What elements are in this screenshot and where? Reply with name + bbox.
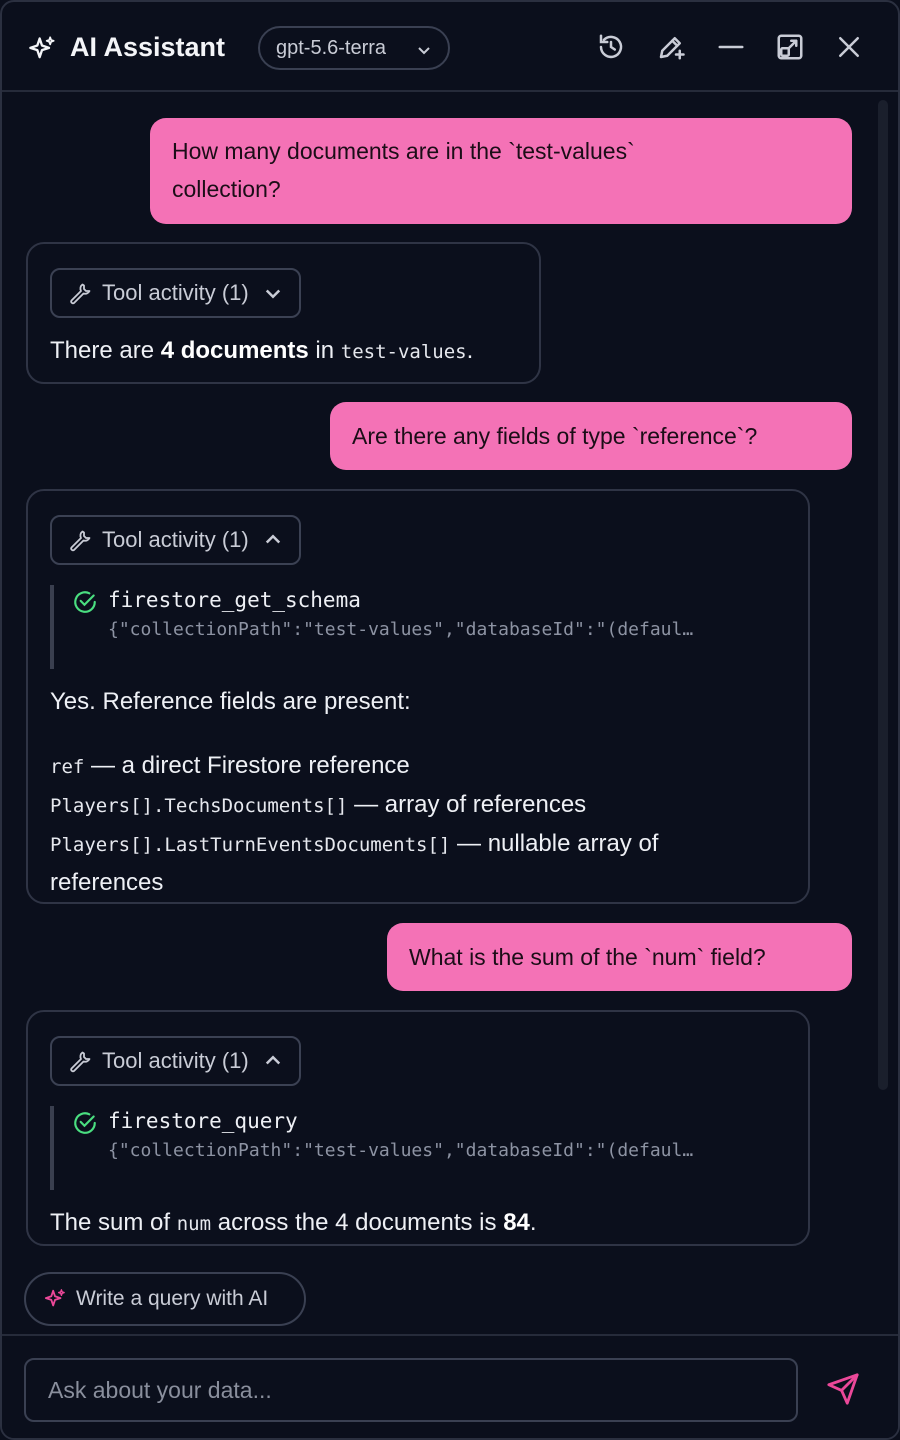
bold-text: 84 xyxy=(503,1209,530,1236)
field-name: Players[].LastTurnEventsDocuments[] xyxy=(50,834,451,856)
assistant-text: Yes. Reference fields are present: xyxy=(50,688,411,715)
field-description: — array of references xyxy=(347,791,587,818)
new-chat-button[interactable] xyxy=(656,32,686,62)
close-button[interactable] xyxy=(834,32,864,62)
new-chat-icon xyxy=(659,37,685,60)
text-span: in xyxy=(308,337,341,364)
suggestion-label: Write a query with AI xyxy=(76,1287,269,1310)
send-icon[interactable] xyxy=(826,1372,860,1406)
header: AI Assistant gpt-5.6-terra xyxy=(2,2,898,92)
popout-button[interactable] xyxy=(775,32,805,62)
user-message: Are there any fields of type `reference`… xyxy=(330,402,852,470)
field-item-wrap: references xyxy=(50,869,164,896)
field-name: Players[].TechsDocuments[] xyxy=(50,795,348,817)
wrench-icon xyxy=(70,1051,91,1073)
tool-call-detail: firestore_get_schema {"collectionPath":"… xyxy=(50,585,786,669)
scrollbar[interactable] xyxy=(878,100,888,1090)
assistant-text: There are 4 documents in test-values. xyxy=(50,332,517,371)
history-icon xyxy=(599,34,623,59)
tool-name: firestore_query xyxy=(108,1109,298,1133)
message-text: What is the sum of the `num` field? xyxy=(409,944,766,970)
chevron-up-icon xyxy=(265,1055,280,1065)
sparkle-icon xyxy=(44,1289,65,1307)
tool-arguments: {"collectionPath":"test-values","databas… xyxy=(108,1140,694,1161)
tool-activity-toggle[interactable]: Tool activity (1) xyxy=(50,515,301,565)
text-span: . xyxy=(466,337,474,364)
chat-input[interactable] xyxy=(24,1358,798,1422)
user-message: How many documents are in the `test-valu… xyxy=(150,118,852,224)
tool-activity-toggle[interactable]: Tool activity (1) xyxy=(50,268,301,318)
panel-title: AI Assistant xyxy=(70,32,226,62)
field-description: — nullable array of xyxy=(450,830,659,857)
tool-name: firestore_get_schema xyxy=(108,588,361,612)
bold-text: 4 documents xyxy=(160,337,309,364)
write-query-suggestion[interactable]: Write a query with AI xyxy=(24,1272,306,1326)
chevron-down-icon xyxy=(418,47,430,55)
sparkle-icon xyxy=(29,36,55,59)
chevron-down-icon xyxy=(265,289,280,299)
composer xyxy=(2,1334,898,1438)
field-item: Players[].TechsDocuments[] — array of re… xyxy=(50,786,786,825)
text-span: The sum of xyxy=(50,1209,177,1236)
assistant-message: Tool activity (1) firestore_get_schema {… xyxy=(26,489,810,904)
message-text: How many documents are in the `test-valu… xyxy=(172,138,635,164)
text-span: There are xyxy=(50,337,161,364)
tool-call-detail: firestore_query {"collectionPath":"test-… xyxy=(50,1106,786,1190)
chevron-up-icon xyxy=(265,534,280,544)
assistant-message: Tool activity (1) firestore_query {"coll… xyxy=(26,1010,810,1246)
tool-activity-label: Tool activity (1) xyxy=(102,1048,249,1073)
minimize-icon xyxy=(718,45,744,49)
popout-icon xyxy=(777,34,803,60)
history-button[interactable] xyxy=(596,32,626,62)
tool-activity-label: Tool activity (1) xyxy=(102,527,249,552)
tool-activity-toggle[interactable]: Tool activity (1) xyxy=(50,1036,301,1086)
user-message: What is the sum of the `num` field? xyxy=(387,923,852,991)
minimize-button[interactable] xyxy=(716,32,746,62)
field-description: — a direct Firestore reference xyxy=(84,752,410,779)
close-icon xyxy=(839,37,859,57)
inline-code: test-values xyxy=(340,341,467,363)
field-name: ref xyxy=(50,756,85,778)
model-selector[interactable]: gpt-5.6-terra xyxy=(258,26,450,70)
message-text: Are there any fields of type `reference`… xyxy=(352,423,758,449)
text-span: across the 4 documents is xyxy=(211,1209,504,1236)
model-name: gpt-5.6-terra xyxy=(276,36,387,59)
ai-assistant-panel: AI Assistant gpt-5.6-terra How many docu… xyxy=(0,0,900,1440)
field-item: Players[].LastTurnEventsDocuments[] — nu… xyxy=(50,825,786,864)
wrench-icon xyxy=(70,283,91,305)
assistant-message: Tool activity (1) There are 4 documents … xyxy=(26,242,541,384)
check-circle-icon xyxy=(74,591,96,613)
field-list: ref — a direct Firestore reference Playe… xyxy=(50,747,786,902)
tool-arguments: {"collectionPath":"test-values","databas… xyxy=(108,619,694,640)
message-text: collection? xyxy=(172,176,281,202)
assistant-text: The sum of num across the 4 documents is… xyxy=(50,1204,786,1243)
inline-code: num xyxy=(176,1213,212,1235)
text-span: . xyxy=(529,1209,537,1236)
field-item: ref — a direct Firestore reference xyxy=(50,747,786,786)
tool-activity-label: Tool activity (1) xyxy=(102,280,249,305)
wrench-icon xyxy=(70,530,91,552)
check-circle-icon xyxy=(74,1112,96,1134)
